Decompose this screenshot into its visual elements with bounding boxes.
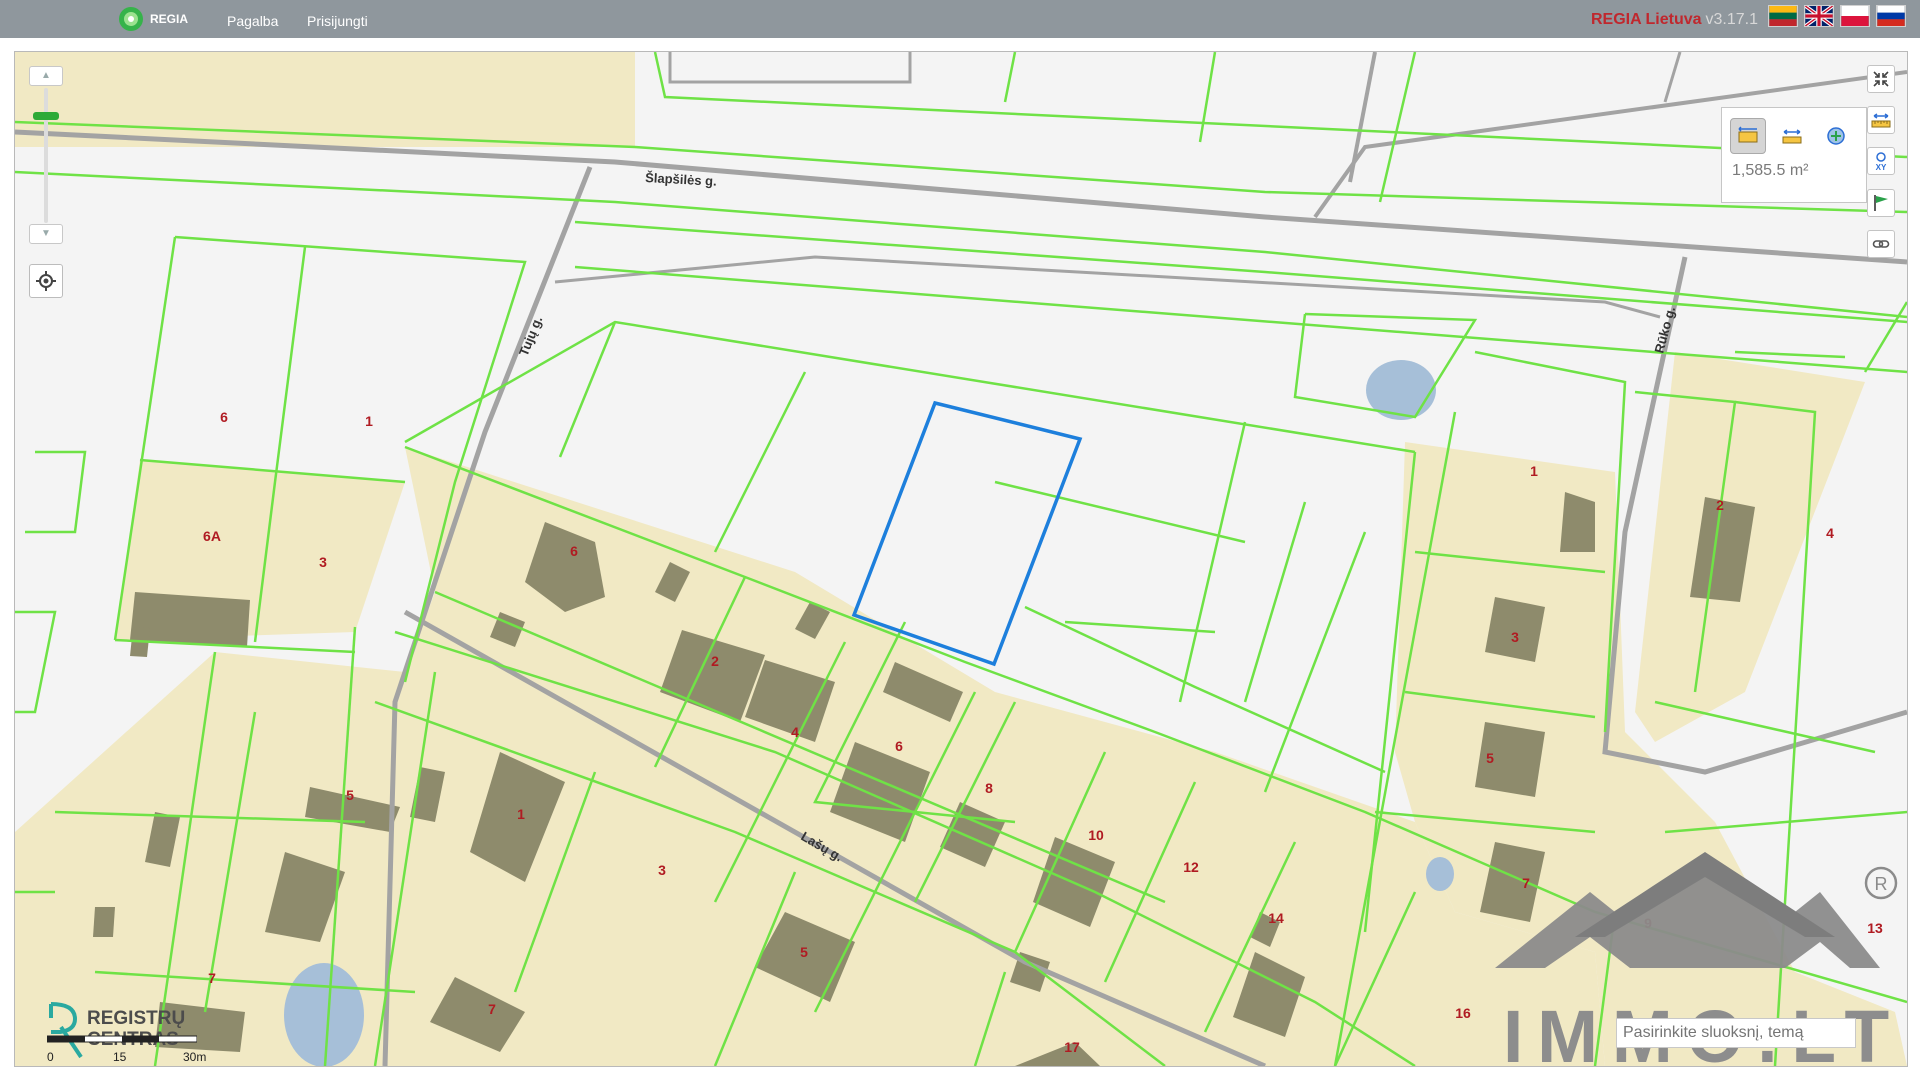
- map-viewport[interactable]: Šlapšilės g. Tujų g. Rūko g. Lašų g. 6 1…: [14, 51, 1908, 1067]
- street-label: Rūko g.: [1651, 305, 1678, 355]
- parcel-number: 5: [1486, 750, 1494, 766]
- parcel-number: 4: [1826, 525, 1834, 541]
- collapse-icon: [1873, 71, 1889, 87]
- mark-button[interactable]: [1867, 189, 1895, 217]
- language-flags: [1768, 5, 1906, 27]
- parcel-number: 12: [1183, 859, 1199, 875]
- distance-measure-button[interactable]: [1774, 118, 1810, 154]
- locate-icon: [36, 271, 56, 291]
- locate-button[interactable]: [29, 264, 63, 298]
- gb-flag-icon[interactable]: [1804, 5, 1834, 27]
- brand-version: v3.17.1: [1705, 11, 1758, 28]
- parcel-number: 7: [1522, 875, 1530, 891]
- parcel-number: 2: [711, 653, 719, 669]
- scale-label: 30m: [183, 1050, 207, 1064]
- pl-flag-icon[interactable]: [1840, 5, 1870, 27]
- parcel-number: 2: [1716, 497, 1724, 513]
- login-link[interactable]: Prisijungti: [307, 13, 368, 29]
- parcel-number: 4: [791, 724, 799, 740]
- parcel-number: 1: [1530, 463, 1538, 479]
- zoom-handle[interactable]: [33, 112, 59, 120]
- link-icon: [1872, 240, 1890, 248]
- parcel-number: 7: [208, 970, 216, 986]
- zoom-out-button[interactable]: ▼: [29, 224, 63, 244]
- distance-measure-icon: [1782, 129, 1802, 144]
- cadastral-map[interactable]: Šlapšilės g. Tujų g. Rūko g. Lašų g. 6 1…: [15, 52, 1907, 1066]
- add-point-button[interactable]: [1818, 118, 1854, 154]
- parcel-number: 6: [895, 738, 903, 754]
- area-measure-button[interactable]: [1730, 118, 1766, 154]
- parcel-number: 17: [1064, 1039, 1080, 1055]
- parcel-number: 3: [658, 862, 666, 878]
- regia-logo[interactable]: REGIA: [118, 6, 188, 32]
- parcel-number: 1: [365, 413, 373, 429]
- ruler-icon: [1871, 113, 1891, 128]
- street-label: Šlapšilės g.: [645, 170, 717, 189]
- parcel-number: 16: [1455, 1005, 1471, 1021]
- parcel-number: 5: [346, 787, 354, 803]
- add-point-icon: [1827, 127, 1845, 145]
- svg-text:XY: XY: [1876, 163, 1887, 171]
- regia-logo-icon: [119, 7, 143, 31]
- layer-search-input[interactable]: [1616, 1018, 1856, 1048]
- selected-parcel: [851, 400, 1083, 667]
- coordinates-button[interactable]: XY: [1867, 147, 1895, 175]
- parcel-number: 6: [220, 409, 228, 425]
- link-button[interactable]: [1867, 230, 1895, 258]
- zoom-slider[interactable]: ▲ ▼: [29, 66, 65, 246]
- scale-label: 0: [47, 1050, 54, 1064]
- parcel-number: 3: [319, 554, 327, 570]
- registru-text: REGISTRŲ: [87, 1008, 185, 1029]
- brand-name: REGIA Lietuva: [1590, 11, 1702, 28]
- svg-text:R: R: [1875, 874, 1888, 894]
- street-label: Tujų g.: [516, 314, 546, 358]
- flag-icon: [1874, 195, 1888, 211]
- measure-tool-button[interactable]: [1867, 106, 1895, 134]
- zoom-in-button[interactable]: ▲: [29, 66, 63, 86]
- measure-panel: 1,585.5 m²: [1721, 107, 1867, 203]
- xy-icon: XY: [1876, 152, 1887, 171]
- parcel-number: 7: [488, 1001, 496, 1017]
- measure-value: 1,585.5 m²: [1732, 162, 1809, 179]
- fullscreen-button[interactable]: [1867, 65, 1895, 93]
- scale-ruler: [46, 1035, 198, 1043]
- scale-bar: 0 15 30m: [46, 1030, 227, 1064]
- parcel-number: 14: [1268, 910, 1284, 926]
- top-bar: REGIA Pagalba Prisijungti REGIA Lietuva v…: [0, 0, 1920, 38]
- ru-flag-icon[interactable]: [1876, 5, 1906, 27]
- lt-flag-icon[interactable]: [1768, 5, 1798, 27]
- zoom-track[interactable]: [44, 88, 48, 223]
- parcel-number: 5: [800, 944, 808, 960]
- logo-text: REGIA: [150, 12, 189, 26]
- parcel-number: 1: [517, 806, 525, 822]
- help-link[interactable]: Pagalba: [227, 13, 278, 29]
- parcel-number: 13: [1867, 920, 1883, 936]
- area-measure-icon: [1738, 126, 1758, 143]
- parcel-number: 6A: [203, 528, 221, 544]
- parcel-number: 3: [1511, 629, 1519, 645]
- parcel-number: 10: [1088, 827, 1104, 843]
- scale-label: 15: [113, 1050, 127, 1064]
- parcel-number: 6: [570, 543, 578, 559]
- brand-title: REGIA Lietuva v3.17.1: [1591, 11, 1758, 29]
- parcel-number: 8: [985, 780, 993, 796]
